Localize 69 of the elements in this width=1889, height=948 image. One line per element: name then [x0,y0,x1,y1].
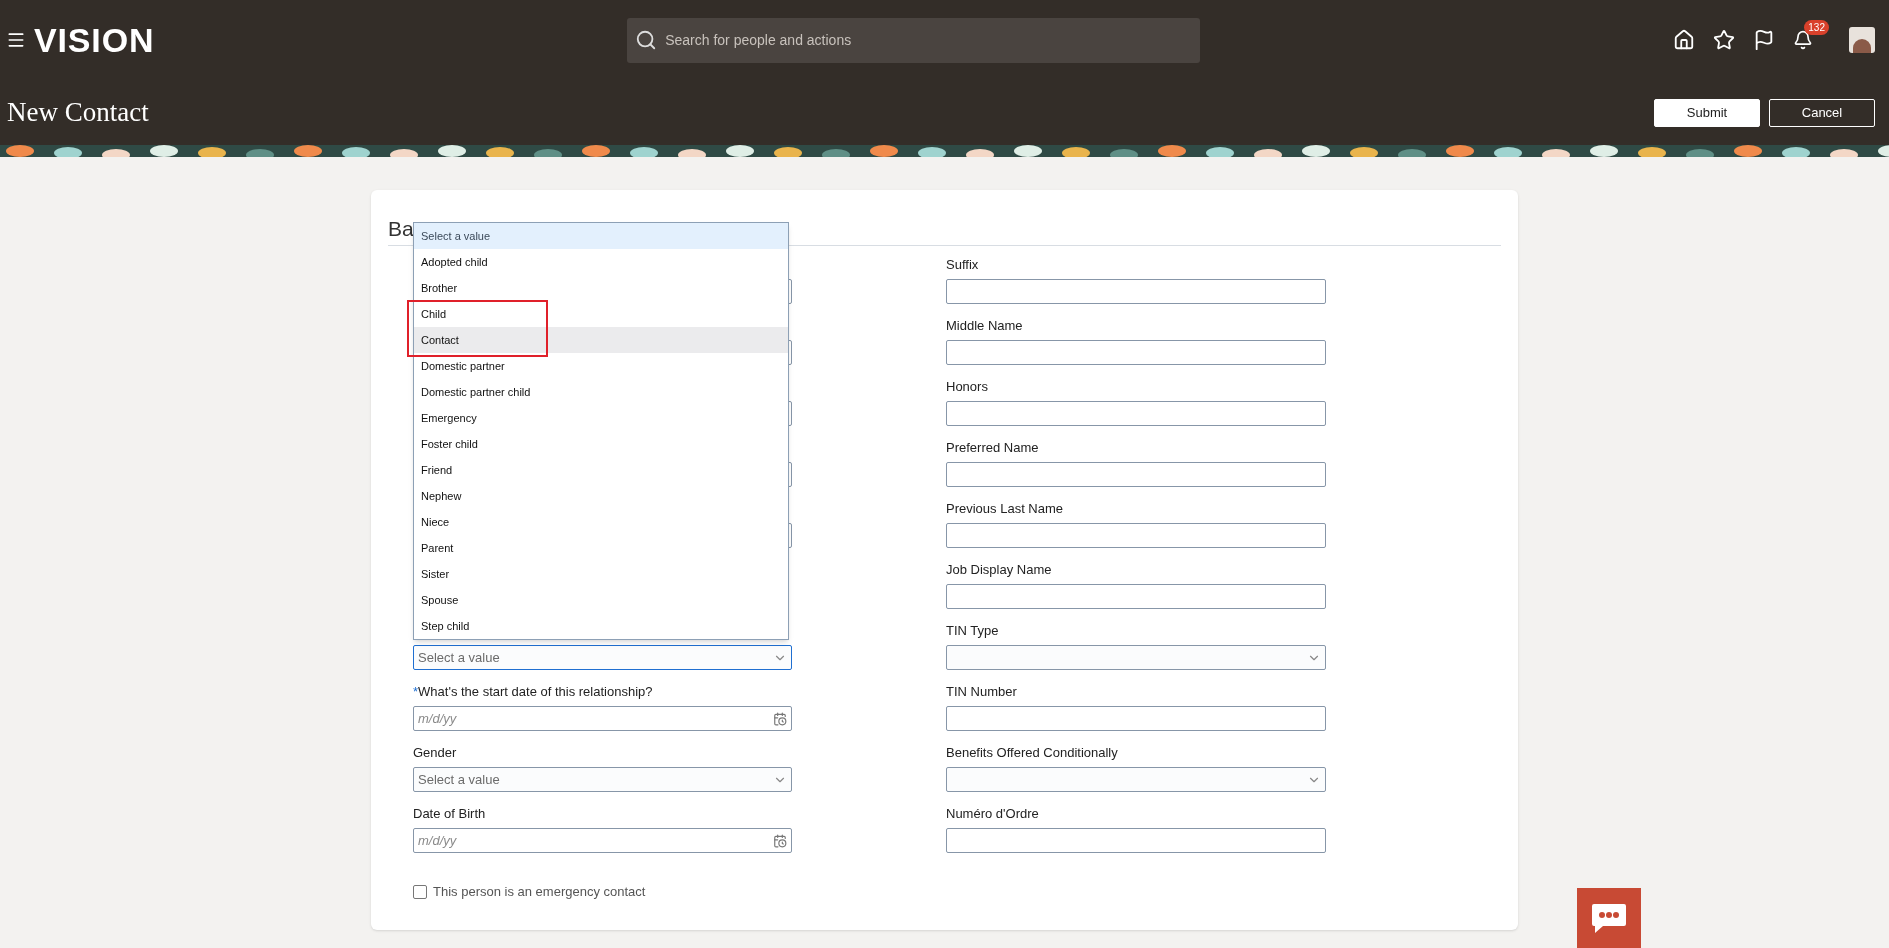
select-field[interactable]: Select a value [413,767,792,792]
page-title: New Contact [7,96,150,130]
notification-badge: 132 [1804,20,1829,35]
field-label: Date of Birth [413,805,486,824]
text-field[interactable] [946,340,1326,365]
menu-icon[interactable] [6,30,26,50]
dropdown-option[interactable]: Brother [414,275,788,301]
select-field[interactable] [946,645,1326,670]
field-label: Job Display Name [946,561,1052,580]
field-label: TIN Number [946,683,1017,702]
dropdown-option[interactable]: Friend [414,457,788,483]
dropdown-option[interactable]: Adopted child [414,249,788,275]
dropdown-option[interactable]: Parent [414,535,788,561]
dropdown-option[interactable]: Child [414,301,788,327]
placeholder-text: Select a value [418,648,501,667]
text-field[interactable] [946,279,1326,304]
field-label: *What's the start date of this relationship? [413,683,653,702]
text-field[interactable] [946,462,1326,487]
dropdown-option[interactable]: Nephew [414,483,788,509]
field-label: Gender [413,744,457,763]
calendar-icon [773,833,787,848]
avatar[interactable] [1849,27,1875,53]
required-mark: * [413,684,419,700]
dropdown-option[interactable]: Niece [414,509,788,535]
select-field[interactable] [946,767,1326,792]
logo[interactable]: VISION [34,14,155,66]
search-icon [635,29,658,51]
field-label: Numéro d'Ordre [946,805,1039,824]
section-heading: Ba [388,218,414,239]
dropdown-option[interactable]: Domestic partner [414,353,788,379]
field-label: Preferred Name [946,439,1039,458]
chat-icon [1591,902,1627,934]
dropdown-option[interactable]: Select a value [414,223,788,249]
notifications-icon[interactable] [1793,30,1813,50]
cancel-button[interactable]: Cancel [1769,98,1875,127]
select-field[interactable]: Select a value [413,645,792,670]
field-label: Previous Last Name [946,500,1064,519]
placeholder-text: Search for people and actions [665,30,852,50]
checkbox[interactable] [413,884,427,899]
placeholder-text: m/d/yy [418,831,458,850]
field-label: TIN Type [946,622,999,641]
dropdown-option[interactable]: Sister [414,561,788,587]
text-field[interactable] [946,584,1326,609]
dropdown-option[interactable]: Foster child [414,431,788,457]
placeholder-text: Select a value [418,770,501,789]
text-field[interactable] [946,401,1326,426]
field-label: Middle Name [946,317,1023,336]
star-icon[interactable] [1713,29,1735,51]
field-label: Suffix [946,256,979,275]
text-field[interactable] [946,828,1326,853]
dropdown-option[interactable]: Contact [414,327,788,353]
dropdown-option[interactable]: Spouse [414,587,788,613]
calendar-icon [773,711,787,726]
dropdown-option[interactable]: Emergency [414,405,788,431]
flag-icon[interactable] [1753,29,1775,51]
search-field[interactable]: Search for people and actions [627,17,1201,63]
home-icon[interactable] [1673,29,1695,51]
dropdown-option[interactable]: Domestic partner child [414,379,788,405]
placeholder-text: m/d/yy [418,709,458,728]
chat-button[interactable] [1577,888,1641,948]
date-field[interactable]: m/d/yy [413,828,792,853]
dropdown-option[interactable]: Step child [414,613,788,639]
text-field[interactable] [946,523,1326,548]
field-label: Benefits Offered Conditionally [946,744,1118,763]
text-field[interactable] [946,706,1326,731]
submit-button[interactable]: Submit [1654,98,1760,127]
field-label: Honors [946,378,988,397]
checkbox-label: This person is an emergency contact [433,883,646,901]
date-field[interactable]: m/d/yy [413,706,792,731]
